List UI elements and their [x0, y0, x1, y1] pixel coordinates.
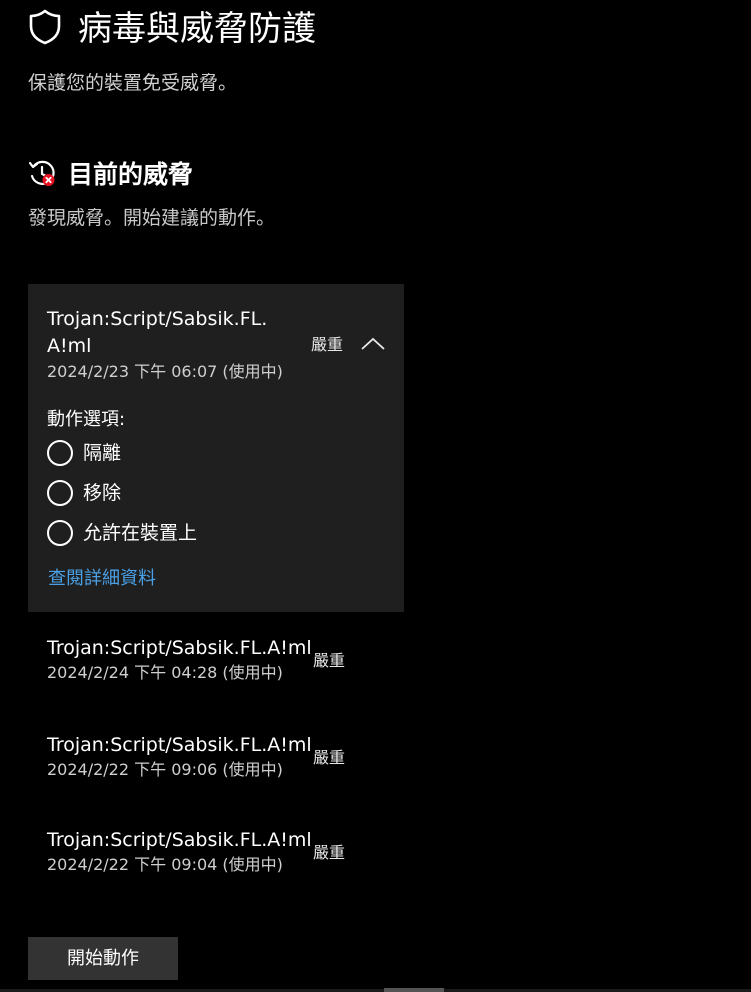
severity-label: 嚴重	[313, 748, 346, 767]
severity-label: 嚴重	[313, 843, 346, 862]
start-actions-button[interactable]: 開始動作	[28, 937, 178, 980]
page-header: 病毒與威脅防護	[28, 8, 316, 50]
threat-time: 2024/2/23 下午 06:07 (使用中)	[47, 362, 283, 381]
virus-threat-protection-page: 病毒與威脅防護 保護您的裝置免受威脅。 目前的威脅 發現威脅。開始建議的動作。 …	[0, 0, 751, 992]
radio-quarantine[interactable]: 隔離	[47, 440, 121, 466]
radio-allow[interactable]: 允許在裝置上	[47, 520, 197, 546]
shield-icon	[28, 8, 62, 50]
scrollbar-thumb[interactable]	[384, 988, 444, 992]
radio-circle[interactable]	[47, 520, 73, 546]
severity-label: 嚴重	[311, 335, 344, 354]
threat-name: Trojan:Script/Sabsik.FL.A!ml	[47, 308, 268, 357]
current-threats-header: 目前的威脅	[28, 158, 193, 192]
threat-card-expanded[interactable]: Trojan:Script/Sabsik.FL.A!ml 2024/2/23 下…	[28, 284, 404, 612]
chevron-up-icon[interactable]	[360, 334, 386, 354]
severity-label: 嚴重	[313, 651, 346, 670]
radio-label: 允許在裝置上	[83, 522, 198, 544]
radio-circle[interactable]	[47, 440, 73, 466]
see-details-link[interactable]: 查閱詳細資料	[48, 567, 156, 591]
radio-circle[interactable]	[47, 480, 73, 506]
radio-remove[interactable]: 移除	[47, 480, 121, 506]
history-threat-icon	[28, 158, 56, 192]
action-options-label: 動作選項:	[47, 409, 126, 430]
section-description: 發現威脅。開始建議的動作。	[28, 207, 276, 229]
radio-label: 移除	[83, 482, 122, 504]
page-title: 病毒與威脅防護	[78, 9, 316, 49]
page-subtitle: 保護您的裝置免受威脅。	[28, 72, 238, 94]
radio-label: 隔離	[83, 442, 122, 464]
section-title: 目前的威脅	[68, 160, 194, 189]
